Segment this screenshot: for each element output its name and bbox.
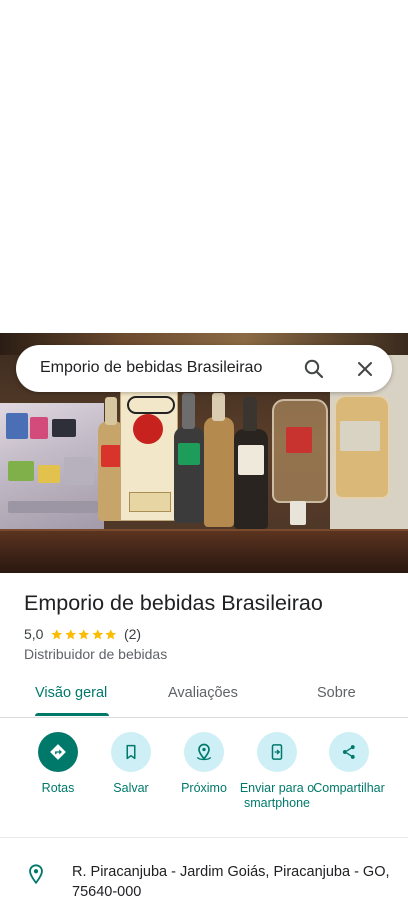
photo-gasoline-box bbox=[120, 391, 178, 521]
map-area-blank bbox=[0, 0, 408, 333]
tab-overview[interactable]: Visão geral bbox=[35, 685, 107, 701]
save-label: Salvar bbox=[113, 781, 149, 795]
action-buttons: Rotas Salvar Próximo Enviar para o smart… bbox=[0, 727, 408, 838]
star-icon bbox=[105, 628, 117, 639]
star-icon bbox=[92, 628, 104, 639]
close-icon[interactable] bbox=[353, 357, 377, 381]
address-text: R. Piracanjuba - Jardim Goiás, Piracanju… bbox=[72, 864, 390, 900]
review-count[interactable]: (2) bbox=[124, 626, 141, 642]
tab-reviews[interactable]: Avaliações bbox=[168, 685, 238, 701]
save-button[interactable]: Salvar bbox=[91, 727, 171, 796]
nearby-label: Próximo bbox=[181, 781, 227, 795]
share-button[interactable]: Compartilhar bbox=[309, 727, 389, 796]
nearby-icon bbox=[196, 743, 212, 761]
star-icon bbox=[51, 628, 63, 639]
share-label: Compartilhar bbox=[313, 781, 385, 795]
directions-label: Rotas bbox=[41, 781, 75, 795]
photo-counter bbox=[0, 531, 408, 573]
send-to-phone-icon bbox=[271, 744, 283, 760]
address-row[interactable]: R. Piracanjuba - Jardim Goiás, Piracanju… bbox=[0, 848, 408, 906]
place-title: Emporio de bebidas Brasileirao bbox=[24, 591, 323, 615]
search-bar[interactable]: Emporio de bebidas Brasileirao bbox=[16, 345, 392, 392]
star-rating bbox=[50, 628, 118, 641]
tab-bar: Visão geral Avaliações Sobre bbox=[0, 675, 408, 718]
directions-button[interactable]: Rotas bbox=[18, 727, 98, 796]
tab-about[interactable]: Sobre bbox=[317, 685, 356, 701]
rating-row[interactable]: 5,0 (2) bbox=[24, 625, 141, 643]
place-category: Distribuidor de bebidas bbox=[24, 646, 168, 662]
share-icon bbox=[342, 745, 355, 759]
send-to-phone-label: Enviar para o smartphone bbox=[239, 781, 315, 810]
rating-value: 5,0 bbox=[24, 626, 44, 642]
directions-icon bbox=[50, 744, 66, 760]
tab-selected-indicator bbox=[35, 713, 109, 716]
search-icon[interactable] bbox=[302, 357, 326, 381]
search-input[interactable]: Emporio de bebidas Brasileirao bbox=[40, 359, 262, 377]
star-icon bbox=[65, 628, 77, 639]
location-pin-icon bbox=[25, 862, 47, 886]
nearby-button[interactable]: Próximo bbox=[164, 727, 244, 796]
bookmark-icon bbox=[126, 744, 136, 760]
send-to-phone-button[interactable]: Enviar para o smartphone bbox=[237, 727, 317, 811]
star-icon bbox=[78, 628, 90, 639]
